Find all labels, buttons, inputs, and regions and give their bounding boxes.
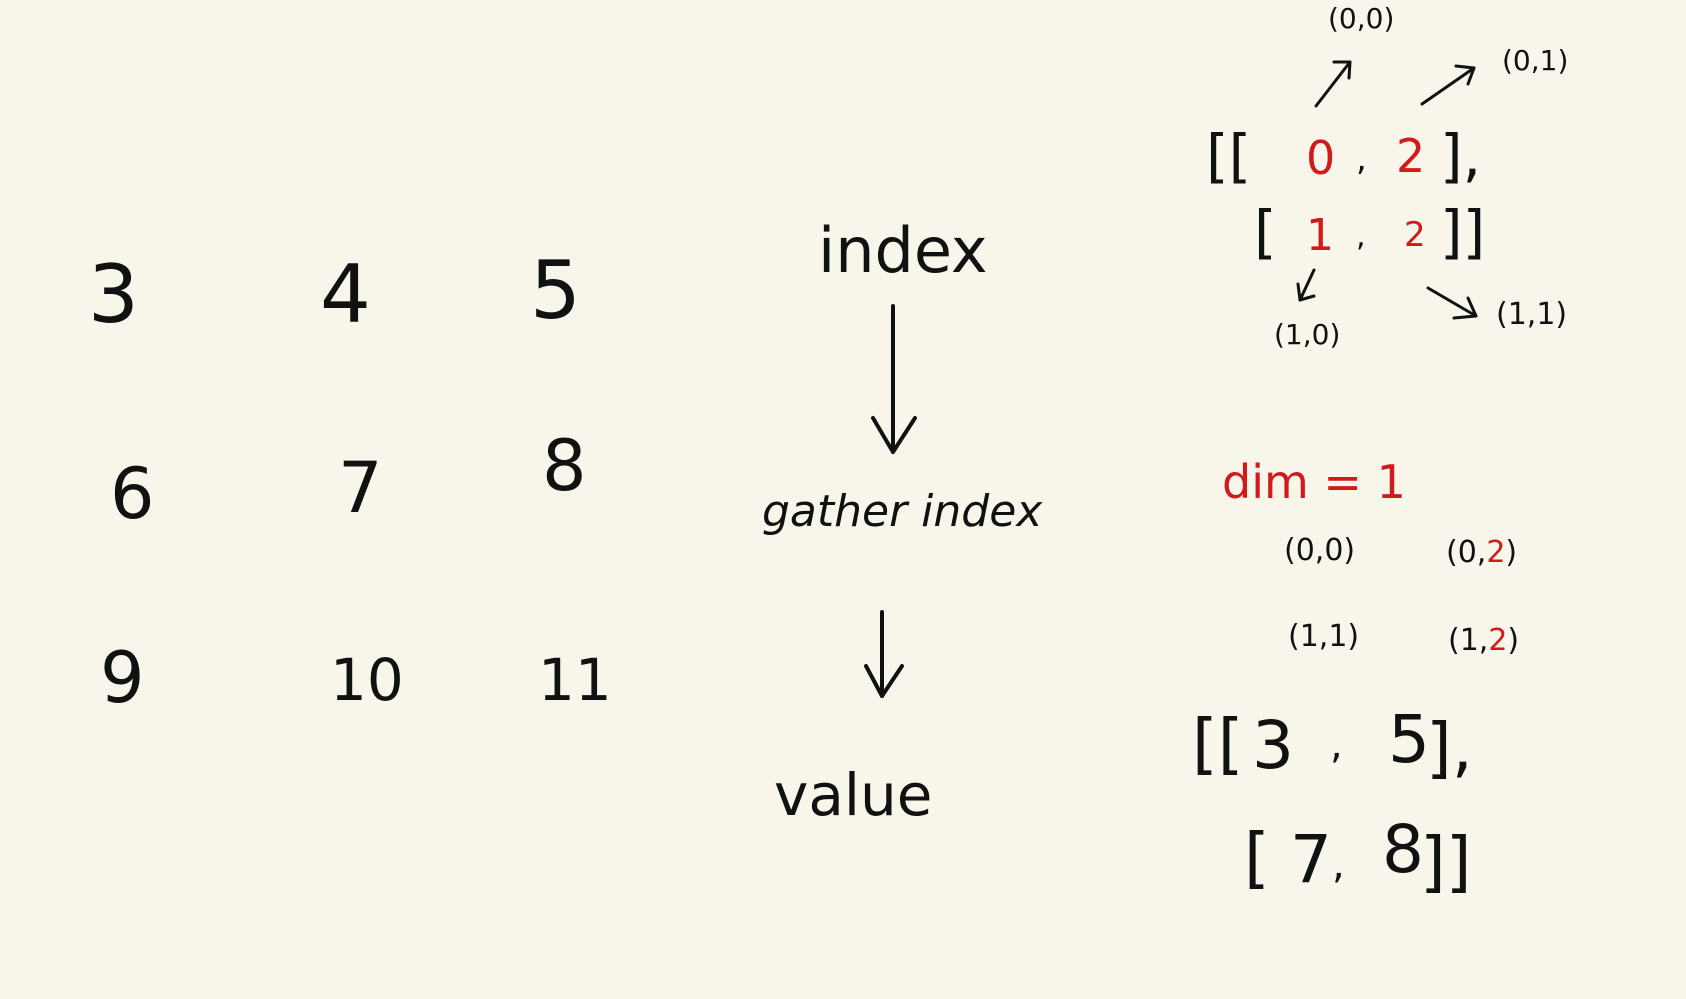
index-label-1-1: (1,1) <box>1496 297 1567 332</box>
index-row-1: [[ 0 , 2 ], <box>1206 122 1481 190</box>
coord-text: ) <box>1507 623 1519 658</box>
bracket: [ <box>1244 819 1270 896</box>
arrow-right-icon <box>1426 286 1478 320</box>
cell-2-1: 10 <box>330 646 404 714</box>
index-value: 2 <box>1396 129 1425 183</box>
flow-step-value: value <box>774 761 932 829</box>
cell-0-2: 5 <box>530 244 581 337</box>
down-arrow-icon <box>864 610 904 698</box>
index-row-2: [ 1 , 2 ]] <box>1254 198 1485 266</box>
index-label-1-0: (1,0) <box>1274 318 1340 351</box>
coord-1-2: (1,2) <box>1448 623 1519 658</box>
index-value: 0 <box>1306 131 1335 185</box>
index-value: 1 <box>1306 210 1334 261</box>
flow-step-gather-index: gather index <box>762 486 1043 537</box>
separator: , <box>1332 842 1345 888</box>
result-row-1: [[ 3 , 5 ], <box>1192 701 1473 786</box>
coord-0-0: (0,0) <box>1284 533 1355 568</box>
result-row-2: [ 7 , 8 ]] <box>1244 811 1472 900</box>
separator: , <box>1356 139 1367 179</box>
result-value: 7 <box>1290 821 1332 898</box>
cell-1-1: 7 <box>338 447 383 529</box>
bracket: [ <box>1254 198 1277 266</box>
coord-text: (1, <box>1448 623 1488 658</box>
index-value: 2 <box>1404 215 1426 255</box>
result-value: 5 <box>1388 701 1430 778</box>
cell-0-0: 3 <box>88 248 139 341</box>
value-matrix: 3 4 5 6 7 8 9 10 11 <box>88 244 612 719</box>
cell-2-0: 9 <box>100 637 145 719</box>
result-value: 8 <box>1382 811 1424 888</box>
bracket: ], <box>1440 122 1481 190</box>
cell-0-1: 4 <box>320 248 371 341</box>
cell-1-2: 8 <box>542 425 587 507</box>
bracket: ], <box>1426 709 1473 786</box>
separator: , <box>1330 722 1343 768</box>
bracket: [[ <box>1192 705 1244 782</box>
coord-0-2: (0,2) <box>1446 535 1517 570</box>
result-value: 3 <box>1252 707 1294 784</box>
bracket: ]] <box>1420 823 1472 900</box>
coord-red-index: 2 <box>1486 535 1505 570</box>
index-tensor: (0,0) (0,1) [[ 0 , 2 ], [ 1 , 2 ]] (1,0)… <box>1206 2 1568 351</box>
cell-2-2: 11 <box>538 646 612 714</box>
arrow-up-right-icon <box>1420 64 1476 106</box>
flow-step-index: index <box>818 214 988 287</box>
bracket: [[ <box>1206 122 1251 190</box>
cell-1-0: 6 <box>110 453 155 535</box>
index-label-0-0: (0,0) <box>1328 2 1394 35</box>
coord-text: ) <box>1505 535 1517 570</box>
separator: , <box>1356 219 1366 254</box>
gather-flow: index gather index value <box>762 214 1043 829</box>
dim-label: dim = 1 <box>1222 455 1406 509</box>
bracket: ]] <box>1440 198 1485 266</box>
down-arrow-icon <box>871 304 917 454</box>
gathered-coordinates: (0,0) (0,2) (1,1) (1,2) <box>1284 533 1519 658</box>
coord-1-1: (1,1) <box>1288 619 1359 654</box>
index-label-0-1: (0,1) <box>1502 44 1568 77</box>
note-canvas: 3 4 5 6 7 8 9 10 11 index gather index v… <box>88 2 1568 900</box>
coord-red-index: 2 <box>1488 623 1507 658</box>
arrow-down-left-icon <box>1296 268 1316 302</box>
coord-text: (0, <box>1446 535 1486 570</box>
arrow-up-right-icon <box>1314 60 1352 108</box>
result-tensor: [[ 3 , 5 ], [ 7 , 8 ]] <box>1192 701 1473 900</box>
